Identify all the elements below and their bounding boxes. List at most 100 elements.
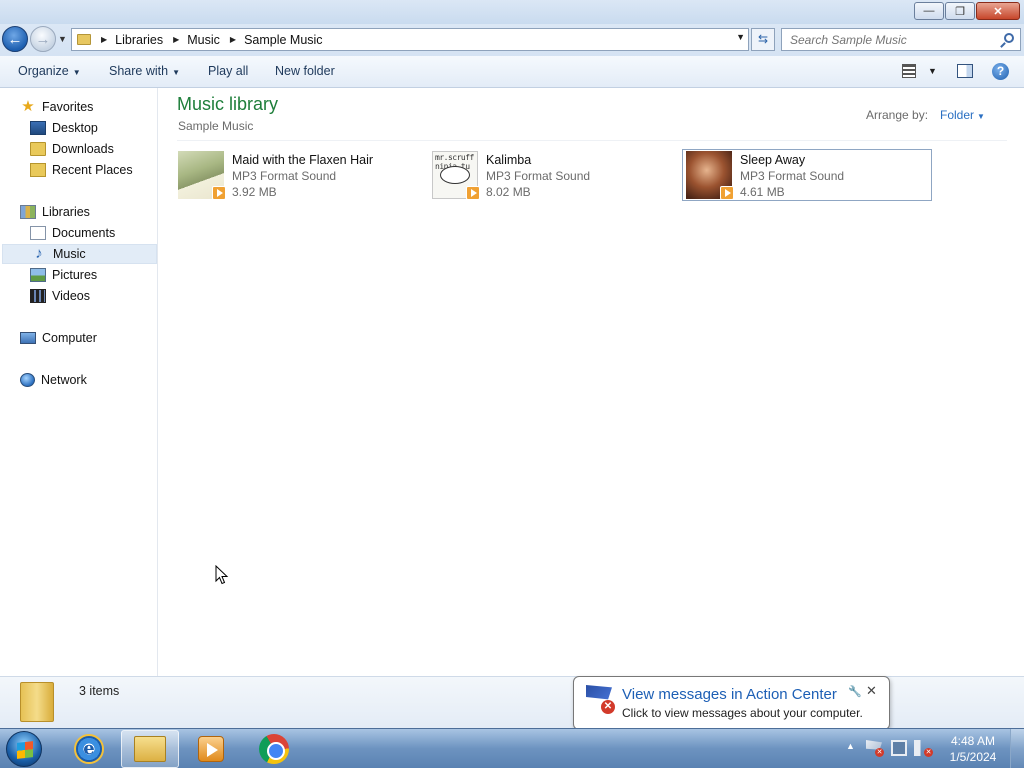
breadcrumb-music[interactable]: Music <box>187 33 220 47</box>
search-box[interactable] <box>781 28 1021 51</box>
close-button[interactable]: ✕ <box>976 2 1020 20</box>
file-type: MP3 Format Sound <box>486 169 591 183</box>
notification-title[interactable]: View messages in Action Center <box>622 686 837 703</box>
mute-badge-icon: ✕ <box>924 748 933 757</box>
sidebar-item-label: Pictures <box>52 268 98 282</box>
sidebar-item-label: Videos <box>52 289 90 303</box>
network-icon <box>20 373 35 387</box>
back-button[interactable]: ← <box>2 26 28 52</box>
sidebar-item-label: Downloads <box>52 142 114 156</box>
sidebar-item-label: Recent Places <box>52 163 133 177</box>
audio-file-icon <box>466 186 480 200</box>
play-all-button[interactable]: Play all <box>208 64 248 78</box>
computer-icon <box>20 332 36 344</box>
command-bar: Organize ▼ Share with ▼ Play all New folde… <box>0 56 1024 88</box>
taskbar-chrome[interactable] <box>245 730 303 768</box>
maximize-button[interactable]: ❐ <box>945 2 975 20</box>
sidebar-item-pictures[interactable]: Pictures <box>30 265 97 285</box>
clock-date: 1/5/2024 <box>949 750 997 764</box>
arrange-by-dropdown[interactable]: Folder ▼ <box>940 108 985 122</box>
show-hidden-icons-button[interactable]: ▲ <box>846 741 855 751</box>
taskbar-windows-explorer[interactable] <box>121 730 179 768</box>
sidebar-item-recent-places[interactable]: Recent Places <box>30 160 133 180</box>
sidebar-item-label: Computer <box>42 331 97 345</box>
sidebar-item-computer[interactable]: Computer <box>20 328 97 348</box>
show-desktop-button[interactable] <box>1010 729 1024 768</box>
item-count: 3 items <box>79 684 120 698</box>
organize-menu[interactable]: Organize ▼ <box>18 64 81 78</box>
start-button[interactable] <box>6 731 42 767</box>
title-bar: — ❐ ✕ <box>0 0 1024 24</box>
sidebar-item-documents[interactable]: Documents <box>30 223 115 243</box>
search-input[interactable] <box>782 29 992 50</box>
chevron-down-icon: ▼ <box>977 112 985 121</box>
share-with-label: Share with <box>109 64 169 78</box>
chevron-right-icon[interactable]: ▶ <box>230 35 236 44</box>
chevron-right-icon[interactable]: ▶ <box>101 35 107 44</box>
sidebar-item-label: Libraries <box>42 205 90 219</box>
address-bar[interactable]: ▶ Libraries ▶ Music ▶ Sample Music ▼ <box>71 28 749 51</box>
breadcrumb-libraries[interactable]: Libraries <box>115 33 163 47</box>
star-icon: ★ <box>21 98 35 115</box>
notification-text: Click to view messages about your comput… <box>622 706 863 720</box>
sidebar-item-label: Music <box>53 247 86 261</box>
file-type: MP3 Format Sound <box>740 169 845 183</box>
sidebar-item-libraries[interactable]: Libraries <box>20 202 90 222</box>
music-note-icon: ♪ <box>35 245 43 262</box>
share-with-menu[interactable]: Share with ▼ <box>109 64 180 78</box>
file-item[interactable]: Maid with the Flaxen Hair MP3 Format Sou… <box>178 150 428 201</box>
navigation-pane: ★ Favorites Desktop Downloads Recent Plac… <box>0 88 158 676</box>
file-size: 3.92 MB <box>232 185 277 199</box>
file-size: 8.02 MB <box>486 185 531 199</box>
address-dropdown-icon[interactable]: ▼ <box>736 32 745 42</box>
sidebar-item-music[interactable]: ♪ Music <box>2 244 157 264</box>
file-name: Maid with the Flaxen Hair <box>232 153 374 167</box>
sidebar-item-favorites[interactable]: ★ Favorites <box>20 97 93 117</box>
breadcrumb-sample-music[interactable]: Sample Music <box>244 33 323 47</box>
film-strip-icon <box>30 289 46 303</box>
sidebar-item-network[interactable]: Network <box>20 370 87 390</box>
refresh-button[interactable]: ⇆ <box>751 28 775 51</box>
chevron-right-icon[interactable]: ▶ <box>173 35 179 44</box>
desktop-icon <box>30 121 46 135</box>
new-folder-button[interactable]: New folder <box>275 64 335 78</box>
internet-explorer-icon: e <box>74 734 104 764</box>
file-name: Kalimba <box>486 153 532 167</box>
error-badge-icon: ✕ <box>601 700 615 714</box>
view-options-dropdown[interactable]: ▼ <box>928 66 937 76</box>
album-art-oval-shape <box>440 166 470 184</box>
downloads-folder-icon <box>30 142 46 156</box>
file-item[interactable]: mr.scruff ninja tu Kalimba MP3 Format So… <box>432 150 682 201</box>
documents-icon <box>30 226 46 240</box>
preview-pane-icon[interactable] <box>957 64 973 78</box>
action-center-notification[interactable]: ✕ View messages in Action Center Click t… <box>573 676 890 740</box>
network-tray-icon[interactable] <box>891 740 907 756</box>
help-icon[interactable]: ? <box>992 63 1009 80</box>
minimize-button[interactable]: — <box>914 2 944 20</box>
folder-icon <box>20 682 54 722</box>
media-player-icon <box>198 736 224 762</box>
chevron-down-icon: ▼ <box>172 68 180 77</box>
forward-button[interactable]: → <box>30 26 56 52</box>
libraries-icon <box>20 205 36 219</box>
sidebar-item-videos[interactable]: Videos <box>30 286 90 306</box>
sidebar-item-desktop[interactable]: Desktop <box>30 118 98 138</box>
recent-pages-dropdown[interactable]: ▼ <box>58 34 67 44</box>
file-item-selected[interactable]: Sleep Away MP3 Format Sound 4.61 MB <box>682 149 932 201</box>
file-name: Sleep Away <box>740 153 806 167</box>
sidebar-item-downloads[interactable]: Downloads <box>30 139 114 159</box>
chrome-icon <box>259 734 289 764</box>
navigation-bar: ← → ▼ ▶ Libraries ▶ Music ▶ Sample Music… <box>0 24 1024 56</box>
close-icon[interactable]: ✕ <box>866 683 877 699</box>
change-view-icon[interactable] <box>902 64 916 78</box>
taskbar-internet-explorer[interactable]: e <box>60 730 118 768</box>
clock[interactable]: 4:48 AM 1/5/2024 <box>948 733 998 765</box>
window-controls: — ❐ ✕ <box>914 2 1020 20</box>
sidebar-item-label: Favorites <box>42 100 94 114</box>
wrench-icon[interactable]: 🔧 <box>848 685 862 698</box>
taskbar-media-player[interactable] <box>182 730 240 768</box>
error-badge-icon: ✕ <box>875 748 884 757</box>
file-size: 4.61 MB <box>740 185 785 199</box>
library-subtitle: Sample Music <box>178 119 254 133</box>
search-icon[interactable] <box>1004 33 1014 43</box>
